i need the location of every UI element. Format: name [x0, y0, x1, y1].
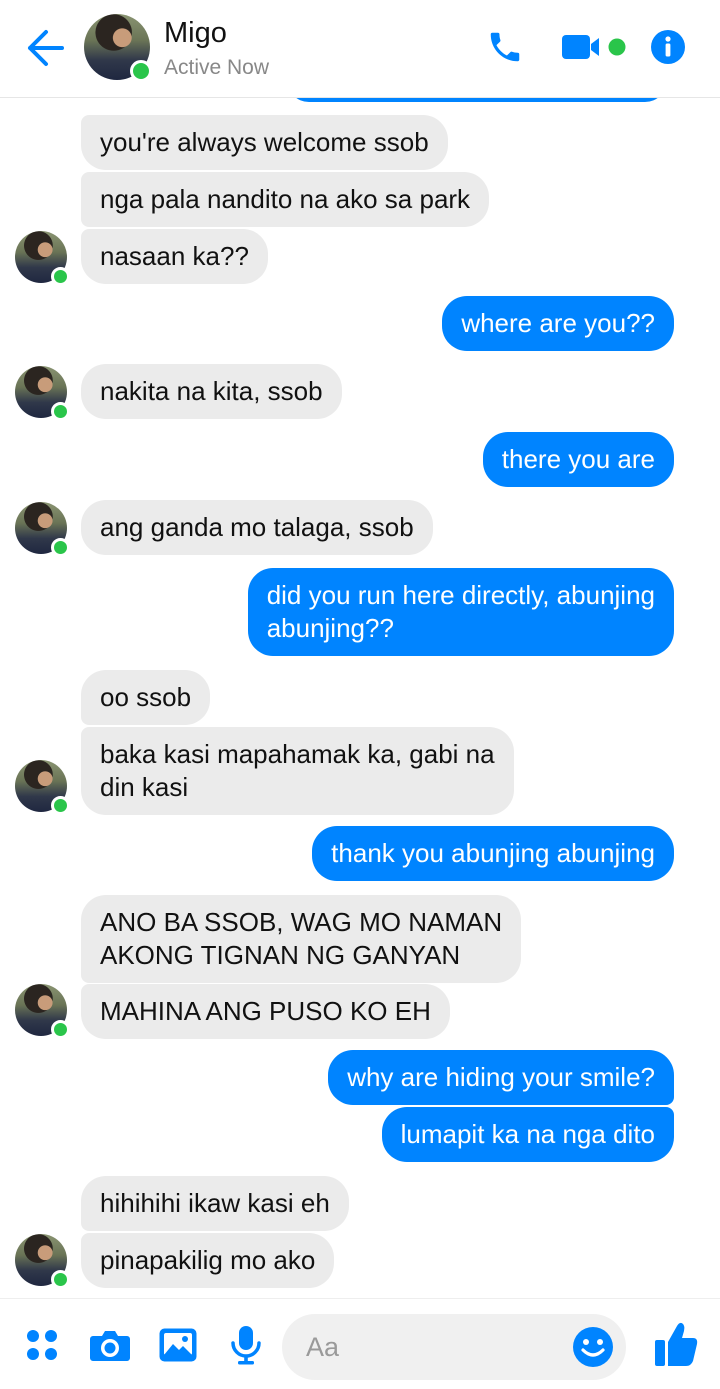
- video-camera-icon[interactable]: [561, 26, 631, 68]
- sender-avatar[interactable]: [15, 366, 70, 421]
- message-text: did you run here directly, abunjing: [266, 580, 655, 610]
- message-text: baka kasi mapahamak ka, gabi na: [100, 739, 495, 769]
- incoming-message[interactable]: ANO BA SSOB, WAG MO NAMAN AKONG TIGNAN NG…: [81, 895, 522, 983]
- message-text: why are hiding your smile?: [347, 1062, 655, 1092]
- online-indicator: [51, 267, 70, 286]
- sender-avatar[interactable]: [15, 1234, 70, 1289]
- incoming-message[interactable]: MAHINA ANG PUSO KO EH: [81, 984, 450, 1039]
- thumbs-up-icon[interactable]: [652, 1319, 700, 1369]
- sender-avatar[interactable]: [15, 502, 70, 557]
- partial-message-bubble: [287, 98, 667, 102]
- microphone-icon[interactable]: [224, 1323, 268, 1367]
- composer-bar: [0, 1298, 720, 1389]
- camera-icon[interactable]: [88, 1323, 132, 1367]
- incoming-message[interactable]: nakita na kita, ssob: [81, 364, 342, 419]
- contact-status: Active Now: [164, 56, 270, 79]
- sender-avatar[interactable]: [15, 760, 70, 815]
- incoming-message[interactable]: nasaan ka??: [81, 229, 268, 284]
- incoming-message[interactable]: nga pala nandito na ako sa park: [81, 172, 490, 227]
- incoming-message[interactable]: baka kasi mapahamak ka, gabi na din kasi: [81, 727, 514, 815]
- message-input[interactable]: [306, 1329, 556, 1365]
- message-text: AKONG TIGNAN NG GANYAN: [100, 940, 461, 970]
- image-icon[interactable]: [156, 1323, 200, 1367]
- message-text: thank you abunjing abunjing: [331, 838, 655, 868]
- contact-name[interactable]: Migo: [164, 17, 227, 50]
- info-icon[interactable]: [648, 26, 688, 68]
- message-text: nasaan ka??: [100, 241, 249, 271]
- message-text: nakita na kita, ssob: [100, 376, 323, 406]
- sender-avatar[interactable]: [15, 984, 70, 1039]
- message-input-container[interactable]: [282, 1314, 626, 1380]
- message-text: you're always welcome ssob: [100, 127, 429, 157]
- outgoing-message[interactable]: why are hiding your smile?: [328, 1050, 674, 1105]
- incoming-message[interactable]: pinapakilig mo ako: [81, 1233, 335, 1288]
- outgoing-message[interactable]: lumapit ka na nga dito: [381, 1107, 674, 1162]
- outgoing-message[interactable]: where are you??: [442, 296, 674, 351]
- outgoing-message[interactable]: thank you abunjing abunjing: [312, 826, 674, 881]
- message-thread[interactable]: you're always welcome ssob nga pala nand…: [0, 98, 720, 1298]
- online-indicator: [51, 796, 70, 815]
- outgoing-message[interactable]: did you run here directly, abunjing abunj…: [247, 568, 674, 656]
- smiley-icon[interactable]: [572, 1326, 614, 1368]
- online-indicator: [51, 538, 70, 557]
- online-indicator: [51, 402, 70, 421]
- incoming-message[interactable]: hihihihi ikaw kasi eh: [81, 1176, 349, 1231]
- message-text: MAHINA ANG PUSO KO EH: [100, 996, 431, 1026]
- incoming-message[interactable]: oo ssob: [81, 670, 211, 725]
- phone-icon[interactable]: [484, 26, 526, 68]
- four-dots-icon[interactable]: [20, 1323, 64, 1367]
- message-text: abunjing??: [266, 613, 394, 643]
- message-text: pinapakilig mo ako: [100, 1245, 316, 1275]
- message-text: nga pala nandito na ako sa park: [100, 184, 471, 214]
- online-indicator: [51, 1270, 70, 1289]
- incoming-message[interactable]: ang ganda mo talaga, ssob: [81, 500, 433, 555]
- message-text: din kasi: [100, 772, 189, 802]
- sender-avatar[interactable]: [15, 231, 70, 286]
- message-text: there you are: [501, 444, 655, 474]
- message-text: ANO BA SSOB, WAG MO NAMAN: [100, 907, 503, 937]
- incoming-message[interactable]: you're always welcome ssob: [81, 115, 448, 170]
- back-arrow-icon[interactable]: [24, 28, 66, 68]
- message-text: where are you??: [461, 308, 655, 338]
- message-text: oo ssob: [100, 682, 192, 712]
- online-indicator: [130, 60, 152, 82]
- contact-avatar[interactable]: [84, 14, 152, 82]
- message-text: hihihihi ikaw kasi eh: [100, 1188, 330, 1218]
- online-indicator: [51, 1020, 70, 1039]
- conversation-header: Migo Active Now: [0, 0, 720, 98]
- message-text: lumapit ka na nga dito: [400, 1119, 655, 1149]
- outgoing-message[interactable]: there you are: [482, 432, 674, 487]
- message-text: ang ganda mo talaga, ssob: [100, 512, 414, 542]
